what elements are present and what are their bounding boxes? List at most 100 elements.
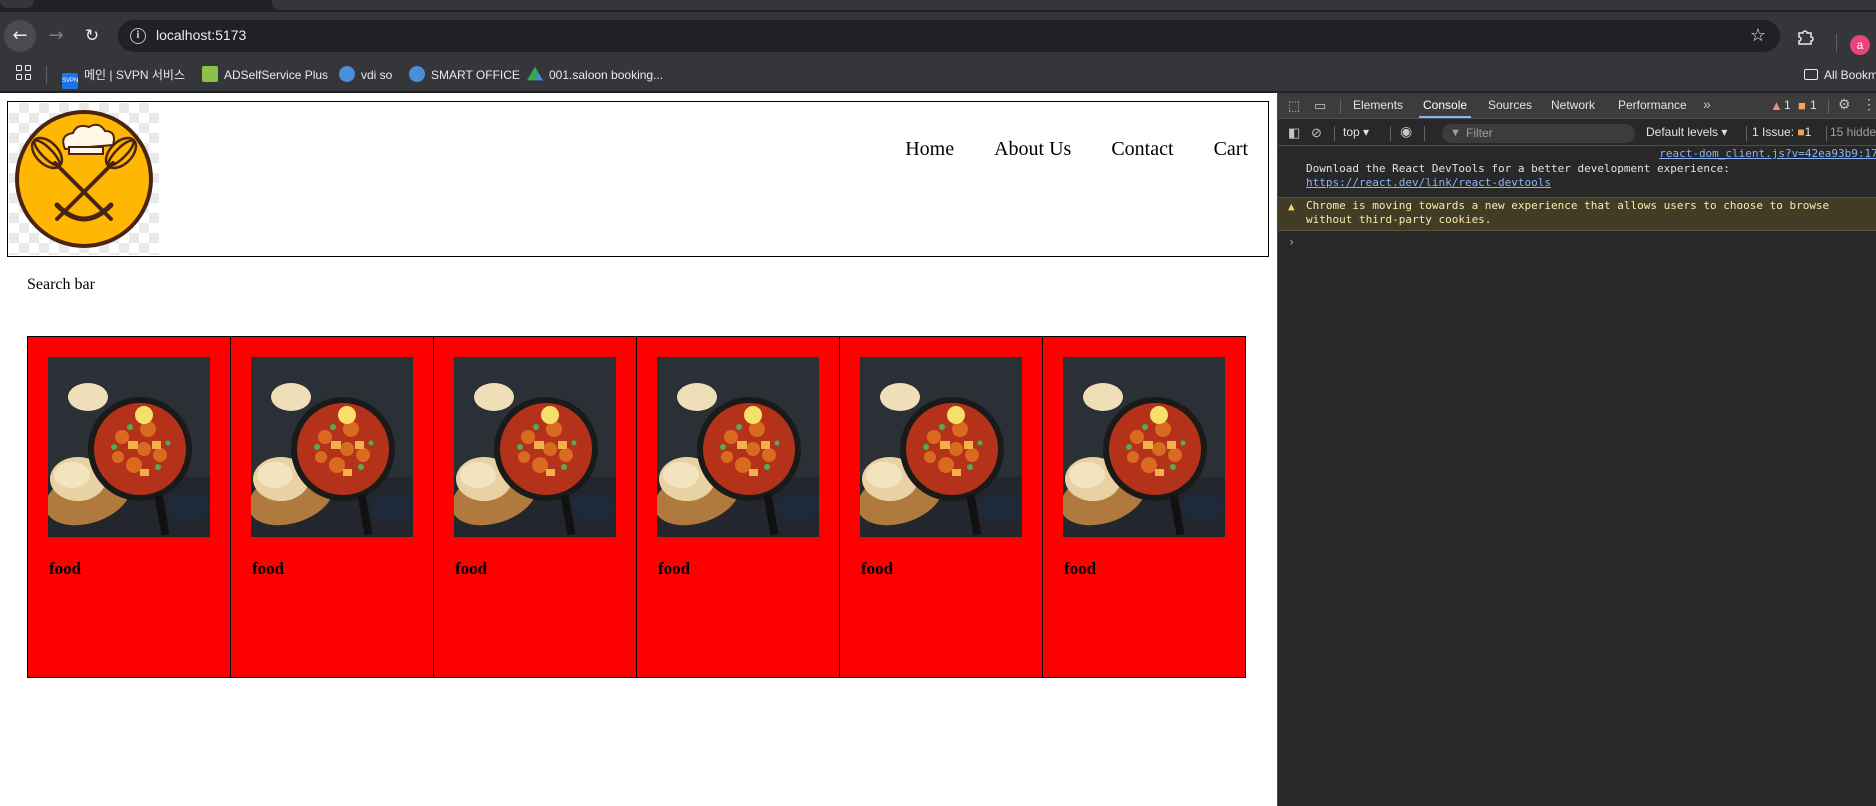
- bookmark-item[interactable]: 001.saloon booking...: [527, 65, 663, 85]
- bookmark-label: vdi so: [361, 68, 393, 82]
- food-name: food: [252, 559, 285, 578]
- clear-console-icon[interactable]: ⊘: [1311, 125, 1322, 141]
- tab-elements[interactable]: Elements: [1353, 98, 1403, 112]
- food-name: food: [455, 559, 488, 578]
- all-bookmarks[interactable]: All Bookm: [1804, 65, 1876, 85]
- browser-toolbar: ← → ↻ i localhost:5173 ☆ a: [0, 12, 1876, 58]
- bookmark-star-icon[interactable]: ☆: [1750, 25, 1766, 46]
- food-name: food: [1064, 559, 1097, 578]
- tab-network[interactable]: Network: [1551, 98, 1595, 112]
- toolbar-divider: [1836, 34, 1837, 52]
- site-logo[interactable]: [9, 103, 159, 255]
- devtools-tab-bar: ⬚ ▭ Elements Console Sources Network Per…: [1278, 93, 1876, 119]
- more-tabs-icon[interactable]: »: [1703, 96, 1711, 112]
- search-bar-placeholder: Search bar: [27, 276, 95, 293]
- food-card[interactable]: food: [230, 336, 434, 678]
- bookmark-item[interactable]: SVPN 메인 | SVPN 서비스: [62, 65, 185, 89]
- bookmarks-divider: [46, 66, 47, 84]
- site-header: Home About Us Contact Cart: [7, 101, 1269, 257]
- warning-triangle-icon[interactable]: ▲: [1770, 98, 1783, 113]
- sidebar-toggle-icon[interactable]: ◧: [1288, 125, 1300, 141]
- warnings-count[interactable]: 1: [1784, 98, 1791, 112]
- device-toolbar-icon[interactable]: ▭: [1314, 98, 1326, 114]
- console-message: react-dom_client.js?v=42ea93b9:1798 Down…: [1278, 147, 1876, 193]
- food-image: [860, 357, 1022, 537]
- bookmark-label: 001.saloon booking...: [549, 68, 664, 82]
- drive-icon: [527, 66, 543, 81]
- food-card[interactable]: food: [636, 336, 840, 678]
- forward-icon[interactable]: →: [40, 20, 72, 52]
- react-devtools-link[interactable]: https://react.dev/link/react-devtools: [1306, 176, 1551, 189]
- tab-area: [272, 0, 1876, 10]
- food-image: [454, 357, 616, 537]
- more-options-icon[interactable]: ⋮: [1862, 96, 1876, 113]
- live-expression-eye-icon[interactable]: ◉: [1400, 123, 1412, 140]
- toolbar-divider: [1390, 126, 1391, 141]
- globe-icon: [409, 66, 425, 82]
- context-selector[interactable]: top ▾: [1343, 125, 1369, 139]
- issues-count[interactable]: 1: [1810, 98, 1817, 112]
- inspect-element-icon[interactable]: ⬚: [1288, 98, 1300, 114]
- warning-text: Chrome is moving towards a new experienc…: [1306, 199, 1830, 226]
- nav-about-link[interactable]: About Us: [994, 138, 1071, 161]
- log-levels-dropdown[interactable]: Default levels ▾: [1646, 125, 1727, 139]
- log-levels-label: Default levels: [1646, 125, 1719, 139]
- nav-cart-link[interactable]: Cart: [1214, 138, 1248, 161]
- food-name: food: [861, 559, 894, 578]
- main-nav: Home About Us Contact Cart: [905, 138, 1248, 161]
- profile-avatar[interactable]: a: [1850, 35, 1870, 55]
- food-card[interactable]: food: [433, 336, 637, 678]
- food-image: [657, 357, 819, 537]
- site-info-icon[interactable]: i: [130, 28, 146, 44]
- nav-contact-link[interactable]: Contact: [1111, 138, 1173, 161]
- address-bar[interactable]: i localhost:5173 ☆: [118, 20, 1780, 52]
- food-image: [251, 357, 413, 537]
- svpn-icon: SVPN: [62, 73, 78, 89]
- bookmark-item[interactable]: vdi so: [339, 65, 392, 85]
- issues-badge-count: 1: [1804, 125, 1812, 139]
- apps-grid-icon[interactable]: [16, 65, 32, 81]
- extensions-icon[interactable]: [1796, 28, 1814, 51]
- bookmark-item[interactable]: ADSelfService Plus: [202, 65, 328, 85]
- url-text[interactable]: localhost:5173: [156, 27, 246, 43]
- issues-label: 1 Issue:: [1752, 125, 1795, 139]
- food-card-list: food food food food food food: [27, 336, 1246, 678]
- adself-icon: [202, 66, 218, 82]
- tab-strip: [0, 0, 1876, 12]
- food-card[interactable]: food: [27, 336, 231, 678]
- food-card[interactable]: food: [839, 336, 1043, 678]
- globe-icon: [339, 66, 355, 82]
- tab-performance[interactable]: Performance: [1618, 98, 1687, 112]
- issues-flag-icon: ■: [1797, 125, 1805, 139]
- tab-sources[interactable]: Sources: [1488, 98, 1532, 112]
- food-image: [48, 357, 210, 537]
- all-bookmarks-label: All Bookm: [1824, 68, 1876, 82]
- tab-stub[interactable]: [0, 0, 34, 8]
- tab-console[interactable]: Console: [1418, 98, 1472, 118]
- bookmark-label: SMART OFFICE: [431, 68, 520, 82]
- bookmark-label: 메인 | SVPN 서비스: [84, 68, 185, 82]
- bookmark-label: ADSelfService Plus: [224, 68, 329, 82]
- food-image: [1063, 357, 1225, 537]
- food-card[interactable]: food: [1042, 336, 1246, 678]
- page-viewport: Home About Us Contact Cart Search bar fo…: [0, 93, 1277, 806]
- settings-gear-icon[interactable]: ⚙: [1838, 96, 1851, 113]
- reload-icon[interactable]: ↻: [76, 20, 108, 52]
- food-name: food: [49, 559, 82, 578]
- toolbar-divider: [1746, 126, 1747, 141]
- console-prompt[interactable]: ›: [1278, 235, 1876, 249]
- back-icon[interactable]: ←: [4, 20, 36, 52]
- message-source-link[interactable]: react-dom_client.js?v=42ea93b9:1798: [1659, 147, 1876, 161]
- food-name: food: [658, 559, 691, 578]
- toolbar-divider: [1826, 126, 1827, 141]
- chef-logo-icon: [15, 110, 153, 248]
- nav-home-link[interactable]: Home: [905, 138, 954, 161]
- issues-button[interactable]: 1 Issue: ■1: [1752, 125, 1811, 139]
- console-filter-input[interactable]: ▼ Filter: [1442, 124, 1635, 143]
- console-output: react-dom_client.js?v=42ea93b9:1798 Down…: [1278, 147, 1876, 249]
- hidden-messages-count: 15 hidde: [1830, 125, 1876, 139]
- bookmark-item[interactable]: SMART OFFICE: [409, 65, 520, 85]
- toolbar-divider: [1334, 126, 1335, 141]
- context-label: top: [1343, 125, 1360, 139]
- issues-flag-icon[interactable]: ■: [1798, 98, 1806, 113]
